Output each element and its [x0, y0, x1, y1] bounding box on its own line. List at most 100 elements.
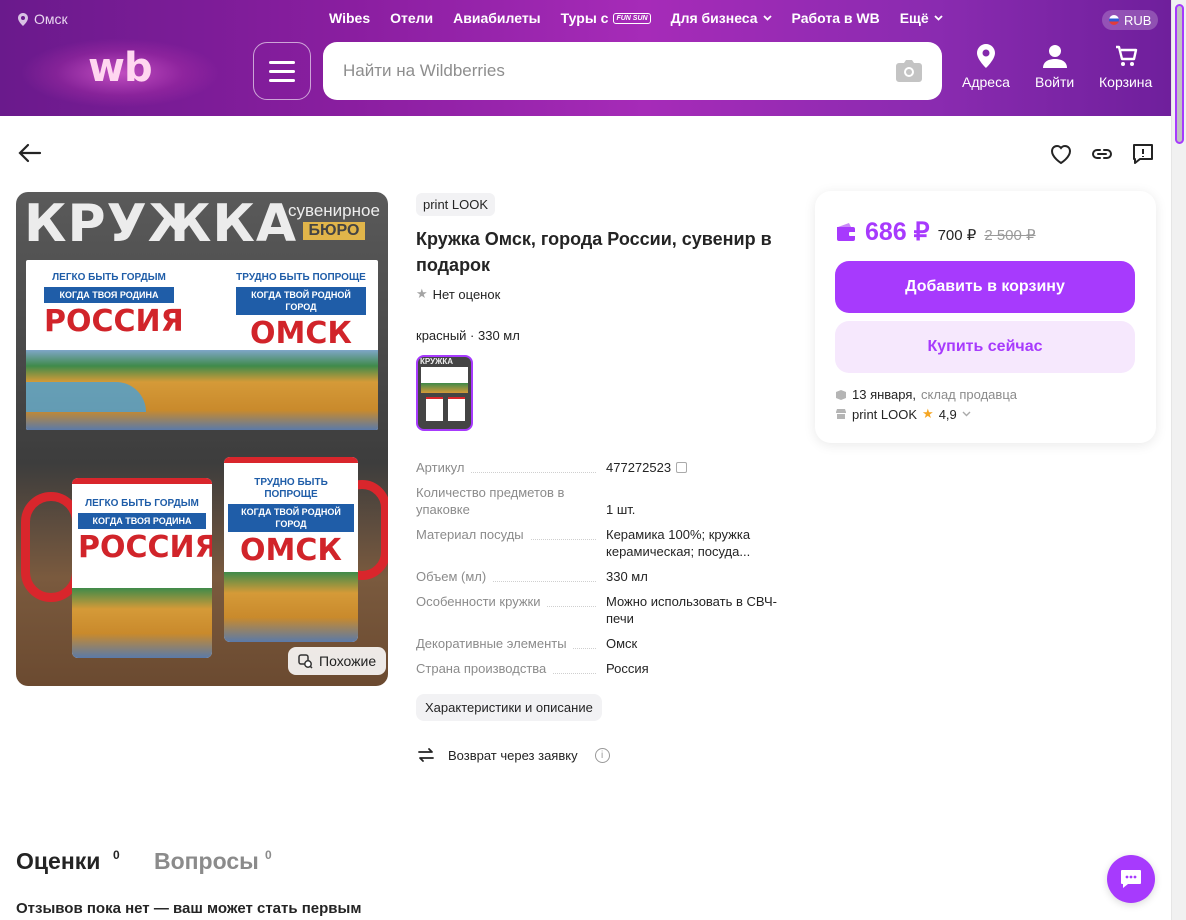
- slogan-bar: КОГДА ТВОЙ РОДНОЙ ГОРОД: [228, 504, 354, 532]
- similar-icon: [298, 653, 313, 669]
- top-nav: Wibes Отели Авиабилеты Туры с FUN SUN Для…: [329, 10, 943, 26]
- funsun-logo: FUN SUN: [613, 12, 651, 24]
- thumb-field: [421, 383, 468, 393]
- menu-line: [269, 78, 295, 82]
- specs-list: Артикул 477272523 Количество предметов в…: [416, 459, 796, 685]
- mug-slogan-right: ТРУДНО БЫТЬ ПОПРОЩЕ КОГДА ТВОЙ РОДНОЙ ГО…: [228, 477, 354, 568]
- brand-badge[interactable]: print LOOK: [416, 193, 496, 216]
- river: [26, 382, 146, 412]
- product-title: Кружка Омск, города России, сувенир в по…: [416, 229, 772, 275]
- wb-logo[interactable]: wb: [88, 45, 153, 91]
- mug-slogan-left: ЛЕГКО БЫТЬ ГОРДЫМ КОГДА ТВОЯ РОДИНА РОСС…: [78, 498, 212, 565]
- login-label: Войти: [1035, 74, 1075, 90]
- gallery-bureau-logo: сувенирное БЮРО: [288, 202, 380, 240]
- heart-icon[interactable]: [1049, 142, 1073, 166]
- back-arrow-icon[interactable]: [18, 143, 42, 163]
- nav-more-label: Ещё: [899, 10, 929, 26]
- addresses-label: Адреса: [962, 74, 1010, 90]
- seller-info[interactable]: print LOOK ★ 4,9: [835, 406, 971, 422]
- link-icon[interactable]: [1090, 142, 1114, 166]
- delivery-date: 13 января,: [852, 387, 917, 402]
- slogan-line: ТРУДНО БЫТЬ ПОПРОЩЕ: [254, 477, 328, 500]
- search-bar: [323, 42, 942, 100]
- slogan-line: ЛЕГКО БЫТЬ ГОРДЫМ: [85, 498, 199, 509]
- nav-wibes[interactable]: Wibes: [329, 10, 370, 26]
- page-scrollbar[interactable]: [1171, 0, 1186, 920]
- gallery-title: КРУЖКА: [24, 194, 298, 254]
- addresses-link[interactable]: Адреса: [962, 44, 1010, 90]
- slogan-big: ОМСК: [250, 316, 352, 351]
- tab-questions[interactable]: Вопросы: [154, 848, 259, 875]
- spec-row: Декоративные элементы Омск: [416, 635, 796, 652]
- variant-label: красный · 330 мл: [416, 328, 520, 343]
- cart-link[interactable]: Корзина: [1099, 44, 1152, 90]
- menu-line: [269, 69, 295, 73]
- spec-key: Количество предметов в упаковке: [416, 484, 606, 518]
- mug-rim: [224, 457, 358, 463]
- nav-hotels[interactable]: Отели: [390, 10, 433, 26]
- copy-icon[interactable]: [676, 462, 688, 473]
- thumb-banner: [421, 367, 468, 393]
- nav-tours[interactable]: Туры с FUN SUN: [561, 10, 651, 26]
- login-link[interactable]: Войти: [1035, 44, 1074, 90]
- mug-print-banner: ЛЕГКО БЫТЬ ГОРДЫМ КОГДА ТВОЯ РОДИНА РОСС…: [26, 260, 378, 430]
- menu-line: [269, 60, 295, 64]
- tab-reviews[interactable]: Оценки: [16, 848, 100, 875]
- camera-icon[interactable]: [896, 60, 922, 82]
- nav-business[interactable]: Для бизнеса: [671, 10, 772, 26]
- mug-field: [72, 588, 212, 658]
- spec-key: Артикул: [416, 459, 606, 476]
- add-to-cart-button[interactable]: Добавить в корзину: [835, 261, 1135, 313]
- old-price: 2 500 ₽: [984, 227, 1036, 244]
- article-number: 477272523: [606, 460, 672, 475]
- city-name: Омск: [34, 11, 68, 27]
- buy-now-button[interactable]: Купить сейчас: [835, 321, 1135, 373]
- spec-key: Особенности кружки: [416, 593, 606, 627]
- chat-icon: [1121, 870, 1141, 888]
- price-without-wallet: 700 ₽: [937, 227, 977, 244]
- wallet-icon: [837, 223, 857, 241]
- russia-flag-icon: [1109, 15, 1119, 25]
- characteristics-button[interactable]: Характеристики и описание: [416, 694, 602, 721]
- spec-key: Материал посуды: [416, 526, 606, 560]
- chevron-down-icon: [962, 411, 971, 417]
- shop-icon: [836, 409, 846, 419]
- spec-key-label: Количество предметов в упаковке: [416, 484, 606, 518]
- return-text: Возврат через заявку: [448, 747, 578, 763]
- info-icon[interactable]: i: [594, 747, 610, 763]
- spec-key-label: Страна производства: [416, 660, 553, 677]
- spec-value: 477272523: [606, 459, 786, 476]
- product-rating[interactable]: ★ Нет оценок: [416, 286, 500, 302]
- scrollbar-thumb[interactable]: [1175, 4, 1184, 144]
- no-reviews-text: Отзывов пока нет — ваш может стать первы…: [16, 900, 362, 917]
- spec-row: Объем (мл) 330 мл: [416, 568, 796, 585]
- nav-jobs[interactable]: Работа в WB: [792, 10, 880, 26]
- star-icon: ★: [416, 286, 428, 301]
- report-icon[interactable]: [1131, 142, 1155, 166]
- similar-button[interactable]: Похожие: [288, 647, 387, 675]
- slogan-big: ОМСК: [240, 533, 342, 568]
- product-gallery[interactable]: КРУЖКА сувенирное БЮРО ЛЕГКО БЫТЬ ГОРДЫМ…: [16, 192, 388, 686]
- rating-text: Нет оценок: [432, 286, 501, 302]
- search-input[interactable]: [343, 61, 896, 81]
- city-selector[interactable]: Омск: [18, 11, 68, 27]
- slogan-bar: КОГДА ТВОЯ РОДИНА: [78, 513, 206, 529]
- chat-button[interactable]: [1107, 855, 1155, 903]
- currency-selector[interactable]: RUB: [1102, 10, 1159, 30]
- spec-key-label: Декоративные элементы: [416, 635, 573, 652]
- mug-rim: [72, 478, 212, 484]
- thumb-title: КРУЖКА: [420, 357, 453, 366]
- location-pin-icon: [976, 44, 995, 68]
- spec-row: Материал посуды Керамика 100%; кружка ке…: [416, 526, 796, 560]
- nav-flights[interactable]: Авиабилеты: [453, 10, 541, 26]
- variant-thumbnail[interactable]: КРУЖКА: [416, 355, 473, 431]
- chevron-down-icon: [934, 15, 943, 21]
- return-arrows-icon: [418, 748, 434, 762]
- banner-slogan-right: ТРУДНО БЫТЬ ПОПРОЩЕ КОГДА ТВОЙ РОДНОЙ ГО…: [236, 272, 366, 351]
- price-card: 686 ₽ 700 ₽ 2 500 ₽ Добавить в корзину К…: [815, 191, 1156, 443]
- menu-button[interactable]: [253, 42, 311, 100]
- chevron-down-icon: [762, 15, 772, 21]
- return-policy: Возврат через заявку i: [416, 745, 610, 765]
- nav-tours-label: Туры с: [560, 10, 609, 26]
- nav-more[interactable]: Ещё: [900, 10, 943, 26]
